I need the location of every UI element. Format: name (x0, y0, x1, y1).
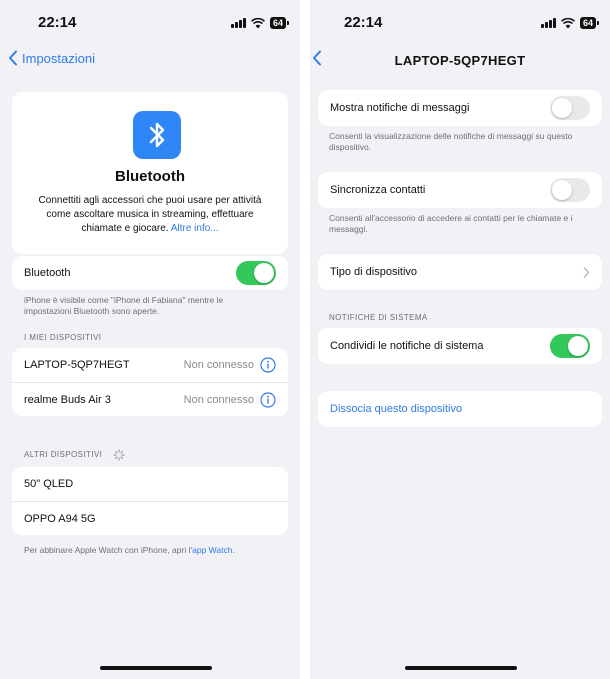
device-name: realme Buds Air 3 (24, 393, 111, 406)
other-devices-header: ALTRI DISPOSITIVI (24, 449, 125, 461)
device-type-label: Tipo di dispositivo (330, 266, 418, 278)
other-devices-header-text: ALTRI DISPOSITIVI (24, 450, 103, 460)
bluetooth-settings-screen: 22:14 64 Impostazioni Bluetooth Connetti… (0, 0, 300, 679)
apple-watch-note-text: Per abbinare Apple Watch con iPhone, apr… (24, 545, 193, 555)
device-type-row[interactable]: Tipo di dispositivo (318, 254, 602, 290)
device-type-card: Tipo di dispositivo (318, 254, 602, 290)
device-status: Non connesso (183, 359, 254, 371)
forget-device-card: Dissocia questo dispositivo (318, 391, 602, 427)
app-watch-link[interactable]: app Watch (192, 545, 232, 555)
other-devices-list: 50" QLED OPPO A94 5G (12, 467, 288, 535)
wifi-icon (561, 17, 575, 28)
sync-contacts-switch[interactable] (550, 178, 590, 202)
bluetooth-title: Bluetooth (115, 168, 185, 185)
chevron-right-icon (583, 266, 590, 278)
show-notifications-note: Consenti la visualizzazione delle notifi… (329, 131, 573, 152)
bluetooth-icon (133, 111, 181, 159)
system-notifications-row: Condividi le notifiche di sistema (318, 328, 602, 364)
bluetooth-description: Connettiti agli accessori che puoi usare… (30, 194, 270, 236)
status-bar: 22:14 64 (310, 0, 610, 44)
signal-icon (231, 18, 246, 28)
apple-watch-note: Per abbinare Apple Watch con iPhone, apr… (24, 545, 290, 556)
bluetooth-description-text: Connettiti agli accessori che puoi usare… (38, 195, 262, 234)
chevron-left-icon (9, 50, 17, 66)
bluetooth-toggle-row: Bluetooth (12, 256, 288, 290)
device-row-buds[interactable]: realme Buds Air 3 Non connesso (12, 382, 288, 416)
sync-contacts-row: Sincronizza contatti (318, 172, 602, 208)
system-notifications-header: NOTIFICHE DI SISTEMA (329, 313, 428, 322)
device-status: Non connesso (183, 393, 254, 406)
system-notifications-label: Condividi le notifiche di sistema (330, 340, 484, 352)
home-indicator[interactable] (100, 666, 212, 670)
bluetooth-toggle-card: Bluetooth (12, 256, 288, 290)
device-name: 50" QLED (24, 478, 74, 490)
my-devices-list: LAPTOP-5QP7HEGT Non connesso realme Buds… (12, 348, 288, 416)
info-icon[interactable] (260, 357, 276, 373)
page-title: LAPTOP-5QP7HEGT (394, 53, 526, 68)
device-row-oppo[interactable]: OPPO A94 5G (12, 501, 288, 535)
spinner-icon (113, 449, 125, 461)
info-icon[interactable] (260, 391, 276, 408)
signal-icon (541, 18, 556, 28)
show-notifications-switch[interactable] (550, 96, 590, 120)
status-bar: 22:14 64 (0, 0, 300, 44)
sync-contacts-label: Sincronizza contatti (330, 184, 426, 196)
device-detail-screen: 22:14 64 LAPTOP-5QP7HEGT Mostra notifich… (310, 0, 610, 679)
show-notifications-row: Mostra notifiche di messaggi (318, 90, 602, 126)
forget-device-button[interactable]: Dissocia questo dispositivo (318, 391, 602, 427)
wifi-icon (251, 17, 265, 28)
bluetooth-toggle-label: Bluetooth (24, 267, 71, 279)
forget-device-label: Dissocia questo dispositivo (330, 403, 463, 415)
device-name: OPPO A94 5G (24, 512, 96, 525)
status-time: 22:14 (344, 14, 383, 31)
device-row-laptop[interactable]: LAPTOP-5QP7HEGT Non connesso (12, 348, 288, 382)
apple-watch-note-end: . (232, 545, 235, 555)
sync-contacts-card: Sincronizza contatti (318, 172, 602, 208)
device-row-qled[interactable]: 50" QLED (12, 467, 288, 501)
sync-contacts-note: Consenti all'accessorio di accedere ai c… (329, 213, 573, 234)
show-notifications-card: Mostra notifiche di messaggi (318, 90, 602, 126)
system-notifications-switch[interactable] (550, 334, 590, 358)
device-name: LAPTOP-5QP7HEGT (24, 359, 130, 371)
visibility-note: iPhone è visibile come "iPhone di Fabian… (24, 295, 224, 316)
system-notifications-card: Condividi le notifiche di sistema (318, 328, 602, 364)
battery-icon: 64 (579, 17, 600, 29)
my-devices-header: I MIEI DISPOSITIVI (24, 333, 102, 342)
back-label: Impostazioni (22, 50, 95, 66)
home-indicator[interactable] (405, 666, 517, 670)
more-info-link[interactable]: Altre info... (171, 223, 219, 234)
battery-icon: 64 (269, 17, 290, 29)
status-time: 22:14 (38, 14, 77, 31)
bluetooth-switch[interactable] (236, 261, 276, 285)
show-notifications-label: Mostra notifiche di messaggi (330, 102, 470, 114)
back-button[interactable]: Impostazioni (8, 50, 95, 66)
